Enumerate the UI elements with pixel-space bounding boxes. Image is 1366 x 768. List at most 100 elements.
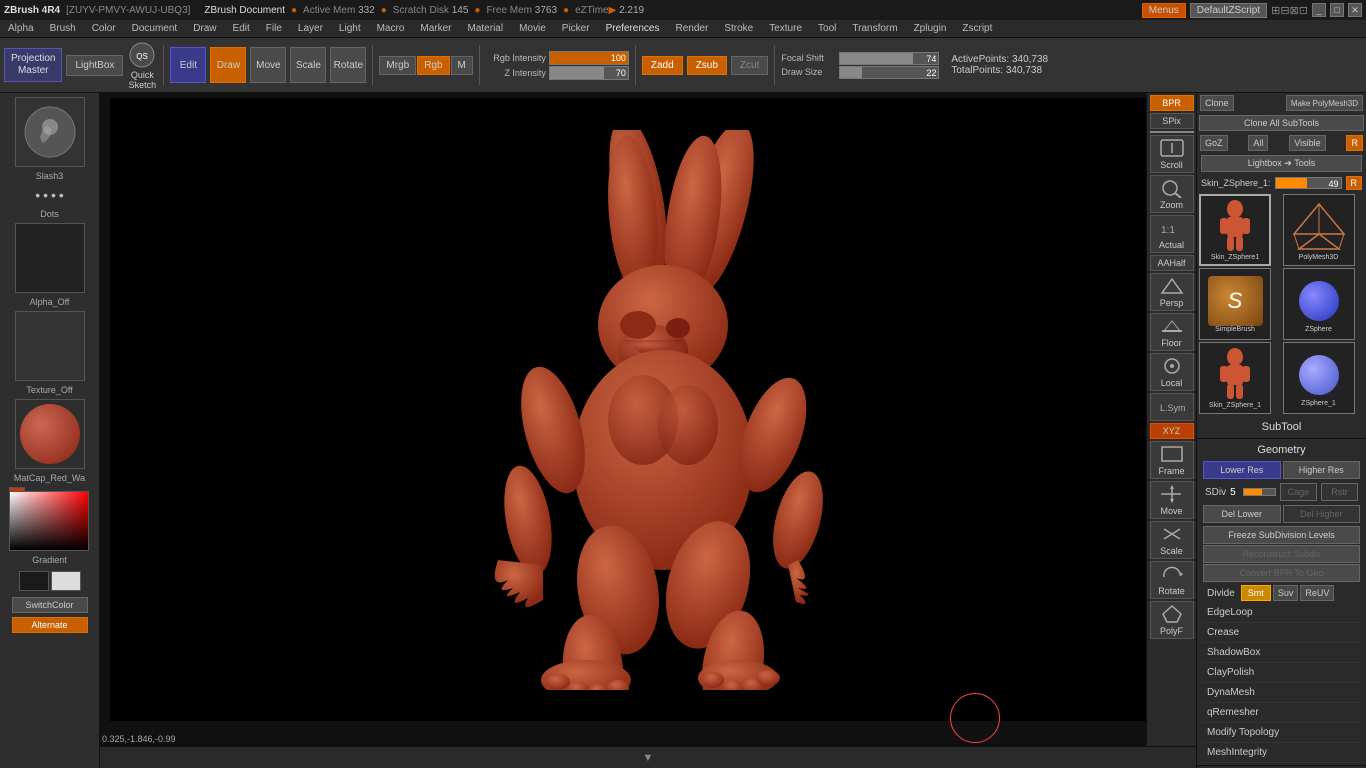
xyz-button[interactable]: XYZ (1150, 423, 1194, 439)
scale-tool-button[interactable]: Scale (1150, 521, 1194, 559)
maximize-button[interactable]: □ (1330, 3, 1344, 17)
clay-polish-button[interactable]: ClayPolish (1201, 663, 1362, 683)
modify-topology-button[interactable]: Modify Topology (1201, 723, 1362, 743)
higher-res-button[interactable]: Higher Res (1283, 461, 1361, 479)
polyf-button[interactable]: PolyF (1150, 601, 1194, 639)
menu-render[interactable]: Render (672, 21, 713, 36)
menu-file[interactable]: File (262, 21, 286, 36)
rotate-button[interactable]: Rotate (330, 47, 366, 83)
skin-zsphere-slider[interactable]: 49 (1275, 177, 1342, 189)
mrgb-button[interactable]: Mrgb (379, 56, 416, 75)
color-picker-area[interactable] (9, 487, 91, 551)
menu-movie[interactable]: Movie (515, 21, 550, 36)
bpr-button[interactable]: BPR (1150, 95, 1194, 111)
menu-material[interactable]: Material (464, 21, 508, 36)
menu-draw[interactable]: Draw (189, 21, 220, 36)
zsphere-thumb[interactable]: ZSphere (1283, 268, 1355, 340)
zcut-button[interactable]: Zcut (731, 56, 768, 75)
clone-button[interactable]: Clone (1200, 95, 1234, 111)
simple-brush-thumb[interactable]: S SimpleBrush (1199, 268, 1271, 340)
menu-marker[interactable]: Marker (416, 21, 455, 36)
spix-slider[interactable] (1150, 131, 1194, 133)
zoom-button[interactable]: Zoom (1150, 175, 1194, 213)
lightbox-tools-button[interactable]: Lightbox ➔ Tools (1201, 155, 1362, 172)
brush-thumb[interactable] (15, 97, 85, 167)
geometry-title[interactable]: Geometry (1201, 441, 1362, 459)
scroll-button[interactable]: Scroll (1150, 135, 1194, 173)
cage-button[interactable]: Cage (1280, 483, 1317, 501)
menu-transform[interactable]: Transform (848, 21, 901, 36)
menu-stroke[interactable]: Stroke (720, 21, 757, 36)
menu-edit[interactable]: Edit (229, 21, 254, 36)
lower-res-button[interactable]: Lower Res (1203, 461, 1281, 479)
rgb-button[interactable]: Rgb (417, 56, 449, 75)
actual-button[interactable]: 1:1 Actual (1150, 215, 1194, 253)
edge-loop-button[interactable]: EdgeLoop (1201, 603, 1362, 623)
focal-shift-slider[interactable]: 74 (839, 52, 939, 65)
m-button[interactable]: M (451, 56, 473, 75)
draw-button[interactable]: Draw (210, 47, 246, 83)
all-button[interactable]: All (1248, 135, 1268, 151)
minimize-button[interactable]: _ (1312, 3, 1326, 17)
quick-sketch-button[interactable]: QS Quick Sketch (127, 40, 157, 90)
menus-button[interactable]: Menus (1142, 3, 1186, 18)
skin-zsphere1b-thumb[interactable]: Skin_ZSphere_1 (1199, 342, 1271, 414)
persp-button[interactable]: Persp (1150, 273, 1194, 311)
qremesher-button[interactable]: qRemesher (1201, 703, 1362, 723)
local-button[interactable]: Local (1150, 353, 1194, 391)
dyna-mesh-button[interactable]: DynaMesh (1201, 683, 1362, 703)
canvas-area[interactable]: 0.325,-1.846,-0.99 (100, 93, 1196, 746)
rgb-intensity-slider[interactable]: 100 (549, 51, 629, 65)
menu-document[interactable]: Document (128, 21, 182, 36)
switch-color-button[interactable]: SwitchColor (12, 597, 88, 613)
edit-button[interactable]: Edit (170, 47, 206, 83)
skin-zsphere1-thumb[interactable]: Skin_ZSphere1 (1199, 194, 1271, 266)
menu-macro[interactable]: Macro (373, 21, 409, 36)
texture-thumb[interactable] (15, 311, 85, 381)
zsphere1-thumb[interactable]: ZSphere_1 (1283, 342, 1355, 414)
scale-button[interactable]: Scale (290, 47, 326, 83)
goz-button[interactable]: GoZ (1200, 135, 1228, 151)
frame-button[interactable]: Frame (1150, 441, 1194, 479)
zadd-button[interactable]: Zadd (642, 56, 683, 75)
shadow-box-button[interactable]: ShadowBox (1201, 643, 1362, 663)
aahalf-button[interactable]: AAHalf (1150, 255, 1194, 271)
reconstruct-subdiv-button[interactable]: Reconstruct Subdiv (1203, 545, 1360, 563)
menu-color[interactable]: Color (88, 21, 120, 36)
default-zscript-button[interactable]: DefaultZScript (1190, 3, 1267, 18)
lsym-button[interactable]: L.Sym (1150, 393, 1194, 421)
del-higher-button[interactable]: Del Higher (1283, 505, 1361, 523)
menu-light[interactable]: Light (335, 21, 365, 36)
convert-bpr-button[interactable]: Convert BPR To Geo (1203, 564, 1360, 582)
menu-layer[interactable]: Layer (294, 21, 327, 36)
gradient-dark-swatch[interactable] (19, 571, 49, 591)
menu-texture[interactable]: Texture (765, 21, 806, 36)
title-bar-right[interactable]: Menus DefaultZScript ⊞⊟⊠⊡ _ □ ✕ (1142, 3, 1362, 18)
move-button[interactable]: Move (250, 47, 286, 83)
del-lower-button[interactable]: Del Lower (1203, 505, 1281, 523)
clone-all-subtools-button[interactable]: Clone All SubTools (1199, 115, 1364, 131)
lightbox-button[interactable]: LightBox (66, 55, 123, 76)
mesh-integrity-button[interactable]: MeshIntegrity (1201, 743, 1362, 763)
spix-button[interactable]: SPix (1150, 113, 1194, 129)
crease-button[interactable]: Crease (1201, 623, 1362, 643)
rstr-button[interactable]: Rstr (1321, 483, 1358, 501)
menu-alpha[interactable]: Alpha (4, 21, 38, 36)
menu-tool[interactable]: Tool (814, 21, 840, 36)
alpha-thumb[interactable] (15, 223, 85, 293)
floor-button[interactable]: Floor (1150, 313, 1194, 351)
subtool-title[interactable]: SubTool (1201, 418, 1362, 436)
rotate-tool-button[interactable]: Rotate (1150, 561, 1194, 599)
menu-zplugin[interactable]: Zplugin (910, 21, 951, 36)
sdiv-slider[interactable] (1243, 488, 1276, 496)
z-intensity-slider[interactable]: 70 (549, 66, 629, 80)
skin-zsphere-r-button[interactable]: R (1346, 176, 1363, 190)
make-polymesh-button[interactable]: Make PolyMesh3D (1286, 95, 1363, 111)
matcap-thumb[interactable] (15, 399, 85, 469)
draw-size-slider[interactable]: 22 (839, 66, 939, 79)
menu-preferences[interactable]: Preferences (602, 21, 664, 36)
reuv-button[interactable]: ReUV (1300, 585, 1334, 601)
projection-master-button[interactable]: Projection Master (4, 48, 62, 82)
smt-button[interactable]: Smt (1241, 585, 1271, 601)
move-tool-button[interactable]: Move (1150, 481, 1194, 519)
